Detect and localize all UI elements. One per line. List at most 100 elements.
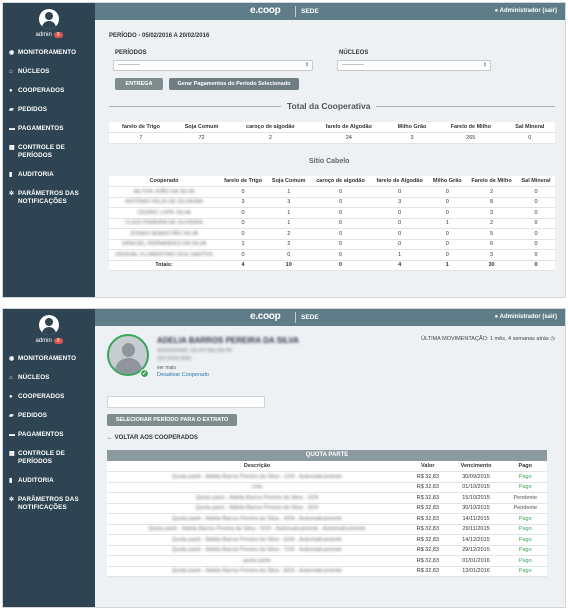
sede-label: SEDE [301, 8, 319, 15]
table-row: ANTÔNIO FÉLIX DE OLIVEIRA 3 3 0 3 0 8 0 [109, 197, 555, 208]
sidebar-item-cooperados[interactable]: ● COOPERADOS [3, 393, 95, 401]
table-cell: 0 [516, 197, 555, 208]
main-content: PERÍODO - 05/02/2016 A 20/02/2016 PERÍOD… [95, 20, 565, 297]
sidebar-item-auditoria[interactable]: ▮ AUDITORIA [3, 171, 95, 179]
sidebar-item-pagamentos[interactable]: ▬ PAGAMENTOS [3, 125, 95, 133]
quota-pago-cell: Pendente [503, 492, 547, 504]
table-cell: 0 [516, 228, 555, 240]
sidebar-item-label: PEDIDOS [18, 106, 48, 113]
sidebar-item-label: AUDITORIA [18, 171, 54, 178]
sidebar-item-pagamentos[interactable]: ▬ PAGAMENTOS [3, 431, 95, 439]
user-block: admin 0 [3, 3, 95, 43]
select-arrows-icon: ⇕ [482, 62, 487, 68]
table-cell: 8 [466, 197, 517, 208]
table-header: farelo de Trigo [219, 176, 268, 187]
table-row: quota parte R$ 32,83 01/01/2016 Pago [107, 555, 547, 567]
home-icon: ⌂ [9, 375, 13, 381]
sidebar-item-parametros[interactable]: ✲ PARÂMETROS DAS NOTIFICAÇÕES [3, 496, 95, 512]
sidebar-item-monitoramento[interactable]: ◉ MONITORAMENTO [3, 355, 95, 363]
app-logo[interactable]: e.coop [250, 5, 281, 16]
ultima-movimentacao-text: ÚLTIMA MOVIMENTAÇÃO: 1 mês, 4 semanas at… [421, 336, 549, 342]
sidebar-item-pedidos[interactable]: ▰ PEDIDOS [3, 412, 95, 420]
main-content: ✓ ADELIA BARROS PEREIRA DA SILVA 0000000… [95, 326, 565, 607]
table-cell: 0 [504, 132, 555, 144]
chart-icon: ▮ [9, 478, 13, 484]
admin-label: Administrador (sair) [499, 314, 557, 320]
voltar-cooperados-link[interactable]: ← VOLTAR AOS COOPERADOS [107, 435, 198, 441]
sidebar-item-monitoramento[interactable]: ◉ MONITORAMENTO [3, 49, 95, 57]
sidebar-item-controle-periodos[interactable]: ▦ CONTROLE DE PERÍODOS [3, 144, 95, 160]
quota-valor-cell: R$ 32,83 [407, 513, 449, 525]
sidebar-item-auditoria[interactable]: ▮ AUDITORIA [3, 477, 95, 485]
periodo-title: PERÍODO - 05/02/2016 A 20/02/2016 [109, 33, 210, 39]
sidebar-item-label: PAGAMENTOS [18, 125, 64, 132]
admin-logout-link[interactable]: ● Administrador (sair) [495, 8, 557, 14]
table-row: GENIVAL FLORENTINO DOS SANTOS 0 0 0 1 0 3 0 [109, 249, 555, 261]
selecionar-periodo-button[interactable]: SELECIONAR PERÍODO PARA O EXTRATO [107, 414, 237, 426]
table-header: Sal Mineral [516, 176, 555, 187]
totals-cell: Totais: [109, 260, 219, 271]
quota-pago-cell: Pago [503, 513, 547, 525]
user-avatar-icon[interactable] [39, 315, 59, 335]
entrega-button[interactable]: ENTREGA [115, 78, 163, 90]
table-header: caroço de algodão [310, 176, 371, 187]
table-header: farelo de Trigo [109, 122, 173, 133]
table-cell: 3 [370, 197, 429, 208]
periodo-extrato-input[interactable] [107, 396, 265, 408]
quota-desc-cell: quota parte [107, 555, 407, 567]
quota-desc-cell: Quota parte - Adelia Barros Pereira da S… [107, 503, 407, 514]
table-cell: 1 [267, 186, 311, 198]
table-cell: 2 [466, 218, 517, 229]
calendar-icon: ▦ [9, 145, 15, 151]
user-name-text: admin [35, 32, 52, 38]
gear-icon: ✲ [9, 497, 15, 503]
quota-venc-cell: 13/01/2016 [448, 566, 504, 577]
user-icon: ● [9, 394, 13, 400]
table-cell: 24 [310, 132, 388, 144]
table-header: Farelo de Milho [466, 176, 517, 187]
sidebar-item-label: CONTROLE DE PERÍODOS [18, 450, 65, 465]
admin-logout-link[interactable]: ● Administrador (sair) [495, 314, 557, 320]
desativar-cooperado-link[interactable]: Desativar Cooperado [157, 372, 209, 378]
table-cell: 0 [370, 218, 429, 229]
gerar-pagamentos-button[interactable]: Gerar Pagamentos do Período Selecionado [169, 78, 299, 90]
totals-cell: 0 [310, 260, 371, 271]
gear-icon: ✲ [9, 191, 15, 197]
cooperado-name-cell: GENIVAL FLORENTINO DOS SANTOS [109, 249, 219, 261]
table-cell: 0 [428, 228, 467, 240]
sidebar-item-cooperados[interactable]: ● COOPERADOS [3, 87, 95, 95]
cooperado-phone-line: (00) 0000-0000 [157, 356, 192, 362]
quota-pago-cell: Pago [503, 545, 547, 556]
sidebar-item-parametros[interactable]: ✲ PARÂMETROS DAS NOTIFICAÇÕES [3, 190, 95, 206]
cooperado-name-cell: ANTÔNIO FÉLIX DE OLIVEIRA [109, 197, 219, 208]
user-block: admin 0 [3, 309, 95, 349]
sidebar-item-controle-periodos[interactable]: ▦ CONTROLE DE PERÍODOS [3, 450, 95, 466]
voltar-label: VOLTAR AOS COOPERADOS [114, 435, 198, 441]
logo-divider [295, 6, 296, 17]
quota-desc-cell: Quota parte - Adelia Barros Pereira da S… [107, 545, 407, 556]
table-row: Quota parte - Adelia Barros Pereira da S… [107, 513, 547, 525]
notification-badge[interactable]: 0 [53, 32, 63, 38]
notification-badge[interactable]: 0 [53, 338, 63, 344]
table-row: Quota parte - Adelia Barros Pereira da S… [107, 524, 547, 535]
table-header: Cooperado [109, 176, 219, 187]
table-cell: 1 [267, 218, 311, 229]
user-avatar-icon[interactable] [39, 9, 59, 29]
table-cell: 265 [436, 132, 505, 144]
app-logo[interactable]: e.coop [250, 311, 281, 322]
totals-cell: 10 [267, 260, 311, 271]
cooperado-name-cell: GRACIEL FERNANDES DA SILVA [109, 239, 219, 250]
quota-pago-cell: Pago [503, 524, 547, 535]
table-cell: 72 [172, 132, 231, 144]
quota-venc-cell: 15/10/2015 [448, 492, 504, 504]
sidebar-item-nucleos[interactable]: ⌂ NÚCLEOS [3, 374, 95, 382]
nucleos-select[interactable]: ----------- ⇕ [337, 60, 491, 71]
table-row: AILTON JOÃO DA SILVA 0 1 0 0 0 2 0 [109, 186, 555, 198]
periodos-select[interactable]: ----------- ⇕ [113, 60, 313, 71]
cooperado-name-cell: AILTON JOÃO DA SILVA [109, 186, 219, 198]
sidebar-item-pedidos[interactable]: ▰ PEDIDOS [3, 106, 95, 114]
sidebar-item-nucleos[interactable]: ⌂ NÚCLEOS [3, 68, 95, 76]
ver-mais-link[interactable]: ver mais [157, 365, 176, 371]
table-cell: 0 [516, 218, 555, 229]
table-cell: 3 [387, 132, 437, 144]
